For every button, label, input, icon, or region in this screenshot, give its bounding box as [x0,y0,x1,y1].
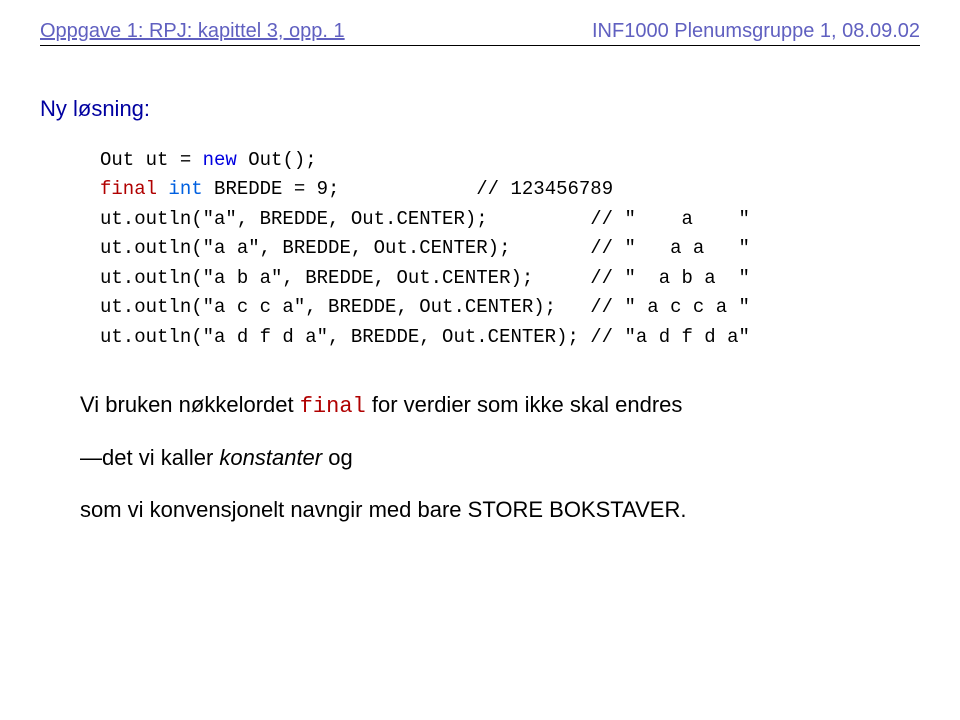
header-right: INF1000 Plenumsgruppe 1, 08.09.02 [592,20,920,43]
para1-b: for verdier som ikke skal endres [366,392,683,417]
code-l1-b: Out(); [237,149,317,171]
para2-b: og [328,445,352,470]
code-l4: ut.outln("a a", BREDDE, Out.CENTER); // … [100,237,750,259]
slide-header: Oppgave 1: RPJ: kapittel 3, opp. 1 INF10… [0,0,960,45]
para1-a: Vi bruken nøkkelordet [80,392,300,417]
para2-a: —det vi kaller [80,445,219,470]
para-1: Vi bruken nøkkelordet final for verdier … [80,392,920,419]
code-l1-new: new [203,149,237,171]
code-l2-final: final [100,178,157,200]
code-l3: ut.outln("a", BREDDE, Out.CENTER); // " … [100,208,750,230]
code-l2-b: BREDDE = 9; // 123456789 [203,178,613,200]
code-l5: ut.outln("a b a", BREDDE, Out.CENTER); /… [100,267,750,289]
slide-content: Ny løsning: Out ut = new Out(); final in… [0,46,960,569]
code-l1-a: Out ut = [100,149,203,171]
para2-ital: konstanter [219,445,328,470]
solution-label: Ny løsning: [40,96,920,122]
code-block: Out ut = new Out(); final int BREDDE = 9… [100,146,920,352]
code-l6: ut.outln("a c c a", BREDDE, Out.CENTER);… [100,296,750,318]
para-3: som vi konvensjonelt navngir med bare ST… [80,497,920,523]
code-l2-int: int [168,178,202,200]
para1-final: final [300,394,366,419]
code-l2-sp [157,178,168,200]
para-2: —det vi kaller konstanter og [80,445,920,471]
header-left: Oppgave 1: RPJ: kapittel 3, opp. 1 [40,20,345,43]
code-l7: ut.outln("a d f d a", BREDDE, Out.CENTER… [100,326,750,348]
